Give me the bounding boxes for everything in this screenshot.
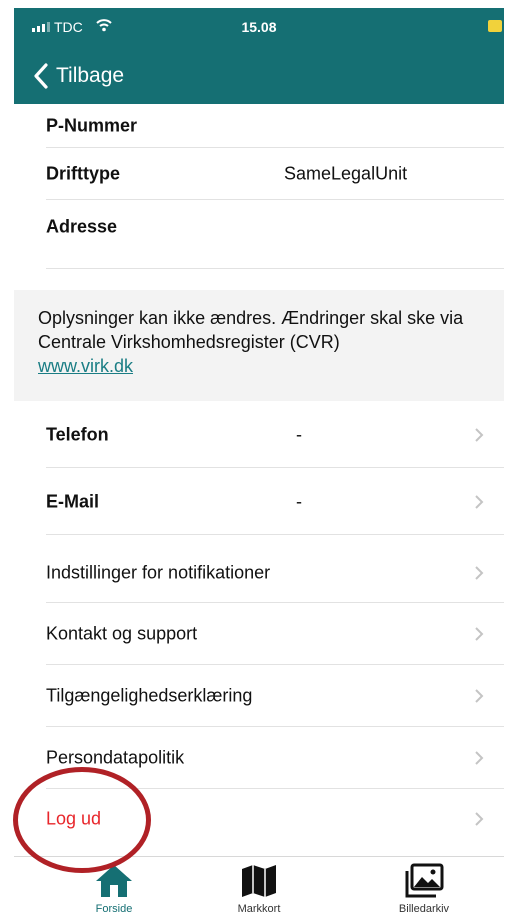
chevron-right-icon (475, 566, 484, 580)
frame-edge-right (504, 0, 514, 917)
back-button[interactable]: Tilbage (32, 56, 124, 96)
header-bar: TDC 15.08 Tilbage (14, 8, 504, 104)
info-row-p-nummer: P-Nummer (14, 104, 504, 148)
status-bar: TDC 15.08 (14, 8, 504, 44)
chevron-right-icon (475, 751, 484, 765)
app-screen: TDC 15.08 Tilbage P-Nummer Drifttype Sam… (0, 0, 514, 917)
info-label: Drifttype (46, 163, 121, 184)
chevron-left-icon (34, 63, 48, 89)
menu-item-accessibility[interactable]: Tilgængelighedserklæring (14, 665, 504, 727)
chevron-right-icon (475, 812, 484, 826)
row-value: - (296, 424, 302, 444)
menu-item-label: Persondatapolitik (46, 747, 185, 768)
menu-item-privacy[interactable]: Persondatapolitik (14, 727, 504, 789)
battery-icon (488, 20, 502, 32)
menu-item-support[interactable]: Kontakt og support (14, 603, 504, 665)
company-details: P-Nummer Drifttype SameLegalUnit Adresse… (14, 104, 504, 849)
menu-item-notifications[interactable]: Indstillinger for notifikationer (14, 543, 504, 603)
chevron-right-icon (475, 427, 484, 442)
chevron-right-icon (475, 689, 484, 703)
row-label: Telefon (46, 424, 109, 444)
contact-row-telefon[interactable]: Telefon - (14, 401, 504, 468)
info-label: P-Nummer (46, 115, 138, 136)
map-icon (242, 865, 276, 897)
row-label: E-Mail (46, 491, 100, 511)
chevron-right-icon (475, 627, 484, 641)
frame-edge-left (0, 0, 14, 917)
tab-label: Markkort (237, 903, 281, 915)
virk-link[interactable]: www.virk.dk (38, 356, 133, 376)
divider (46, 268, 504, 269)
tab-bar: Forside Markkort Billedarkiv (14, 856, 504, 917)
info-label: Adresse (46, 216, 118, 237)
info-value: SameLegalUnit (284, 163, 408, 184)
tab-forside[interactable]: Forside (44, 857, 184, 917)
tab-markkort[interactable]: Markkort (189, 857, 329, 917)
tab-label: Billedarkiv (398, 903, 450, 915)
tab-label: Forside (95, 903, 133, 915)
chevron-right-icon (475, 494, 484, 509)
contact-row-email[interactable]: E-Mail - (14, 468, 504, 535)
tab-billedarkiv[interactable]: Billedarkiv (354, 857, 494, 917)
notice-text: Oplysninger kan ikke ændres. Ændringer s… (38, 308, 464, 352)
divider (46, 534, 504, 535)
back-label: Tilbage (56, 64, 125, 87)
menu-item-label: Kontakt og support (46, 623, 198, 644)
logout-label: Log ud (46, 808, 102, 829)
status-time: 15.08 (241, 19, 277, 35)
menu-item-label: Tilgængelighedserklæring (46, 685, 253, 706)
cvr-notice: Oplysninger kan ikke ændres. Ændringer s… (14, 290, 504, 401)
info-row-drifttype: Drifttype SameLegalUnit (14, 148, 504, 200)
row-value: - (296, 491, 302, 511)
logout-button[interactable]: Log ud (14, 789, 504, 849)
menu-item-label: Indstillinger for notifikationer (46, 562, 271, 583)
info-row-adresse: Adresse (14, 200, 504, 269)
photo-icon (405, 863, 444, 898)
home-icon (96, 865, 132, 897)
